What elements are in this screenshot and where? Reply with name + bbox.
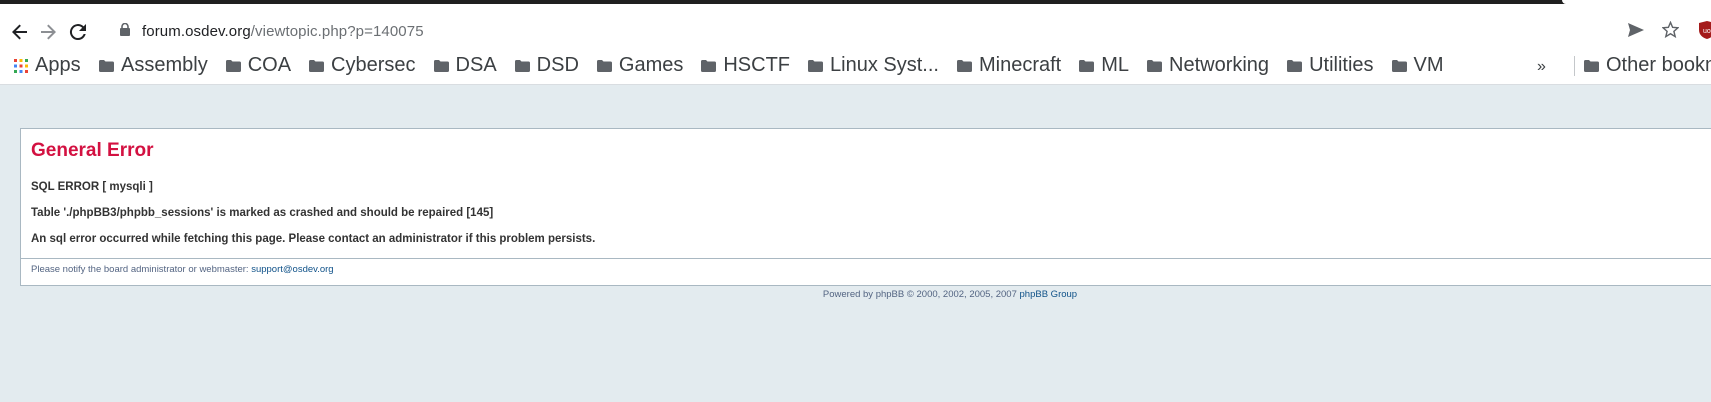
bookmark-apps-label: Apps [35,54,81,76]
error-panel: General Error SQL ERROR [ mysqli ] Table… [20,128,1711,286]
bookmark-label: Games [618,54,684,76]
bookmark-folder[interactable]: Games [596,54,684,77]
bookmark-apps[interactable]: Apps [14,54,81,77]
address-bar[interactable]: forum.osdev.org/viewtopic.php?p=140075 [142,16,424,46]
bookmark-label: DSA [455,54,497,76]
toolbar-divider [0,84,1711,85]
bookmark-folder[interactable]: DSA [433,54,497,77]
folder-icon [433,59,449,72]
webmaster-email-link[interactable]: support@osdev.org [251,264,333,275]
folder-icon [225,59,241,72]
bookmark-folder[interactable]: COA [225,54,292,77]
bookmark-label: HSCTF [723,54,791,76]
star-icon[interactable] [1661,20,1680,43]
folder-icon [808,59,824,72]
error-footer-divider [21,258,1711,259]
url-path: /viewtopic.php?p=140075 [250,22,424,40]
bookmark-label: COA [247,54,292,76]
folder-icon [1287,59,1303,72]
powered-by-text: Powered by phpBB © 2000, 2002, 2005, 200… [822,289,1020,300]
bookmarks-divider [1574,55,1575,76]
bookmark-label: VM [1413,54,1444,76]
bookmark-folder[interactable]: HSCTF [701,54,790,77]
bookmarks-overflow-button[interactable]: » [1537,58,1546,76]
bookmarks-bar: Apps Assembly COA Cybersec DSA DSD Games… [0,50,1711,84]
folder-icon [1079,59,1095,72]
bookmark-label: Assembly [121,54,208,76]
browser-toolbar: forum.osdev.org/viewtopic.php?p=140075 u… [0,4,1711,84]
folder-icon [514,59,530,72]
apps-grid-icon [14,58,28,73]
other-bookmarks[interactable]: Other bookm [1574,54,1711,77]
bookmark-folder[interactable]: DSD [514,54,579,77]
bookmark-folder[interactable]: Utilities [1287,54,1374,77]
error-footer: Please notify the board administrator or… [31,264,334,275]
folder-icon [956,59,972,72]
bookmark-folder[interactable]: Cybersec [309,54,416,77]
other-bookmarks-label: Other bookm [1606,54,1711,76]
folder-icon [701,59,717,72]
url-host: forum.osdev.org [142,22,251,40]
reload-button[interactable] [64,18,92,46]
folder-icon [1391,59,1407,72]
bookmark-folder[interactable]: Minecraft [956,54,1062,77]
bookmark-folder[interactable]: Assembly [99,54,208,77]
phpbb-group-link[interactable]: phpBB Group [1020,289,1078,300]
svg-text:uo: uo [1703,28,1711,35]
bookmark-folder[interactable]: ML [1079,54,1129,77]
bookmark-label: Networking [1169,54,1270,76]
bookmark-label: Utilities [1309,54,1374,76]
send-icon[interactable] [1628,22,1644,42]
forward-arrow-icon [41,24,56,40]
folder-icon [596,59,612,72]
folder-icon [1584,59,1599,72]
bookmark-label: DSD [536,54,579,76]
folder-icon [99,59,114,72]
bookmark-folder[interactable]: VM [1391,54,1444,77]
notify-text: Please notify the board administrator or… [31,264,252,275]
lock-icon[interactable] [120,22,130,41]
bookmark-folder[interactable]: Networking [1147,54,1269,77]
error-advice: An sql error occurred while fetching thi… [31,233,596,245]
bookmark-folder[interactable]: Linux Syst... [808,54,939,77]
back-arrow-icon [12,24,27,40]
forward-button[interactable] [34,18,62,46]
back-button[interactable] [6,18,34,46]
folder-icon [309,59,325,72]
error-sql-header: SQL ERROR [ mysqli ] [31,181,153,193]
bookmark-folders: Assembly COA Cybersec DSA DSD Games HSCT… [99,54,1462,77]
bookmark-label: Minecraft [978,54,1062,76]
bookmark-label: ML [1101,54,1130,76]
extension-shield-icon[interactable]: uo [1699,20,1711,44]
error-message: Table './phpBB3/phpbb_sessions' is marke… [31,207,494,219]
powered-by-footer: Powered by phpBB © 2000, 2002, 2005, 200… [0,289,1711,300]
folder-icon [1147,59,1163,72]
bookmark-label: Linux Syst... [830,54,939,76]
toolbar-right-icons: uo [1628,18,1711,46]
bookmark-label: Cybersec [331,54,416,76]
error-title: General Error [31,140,154,161]
reload-icon [69,24,86,41]
